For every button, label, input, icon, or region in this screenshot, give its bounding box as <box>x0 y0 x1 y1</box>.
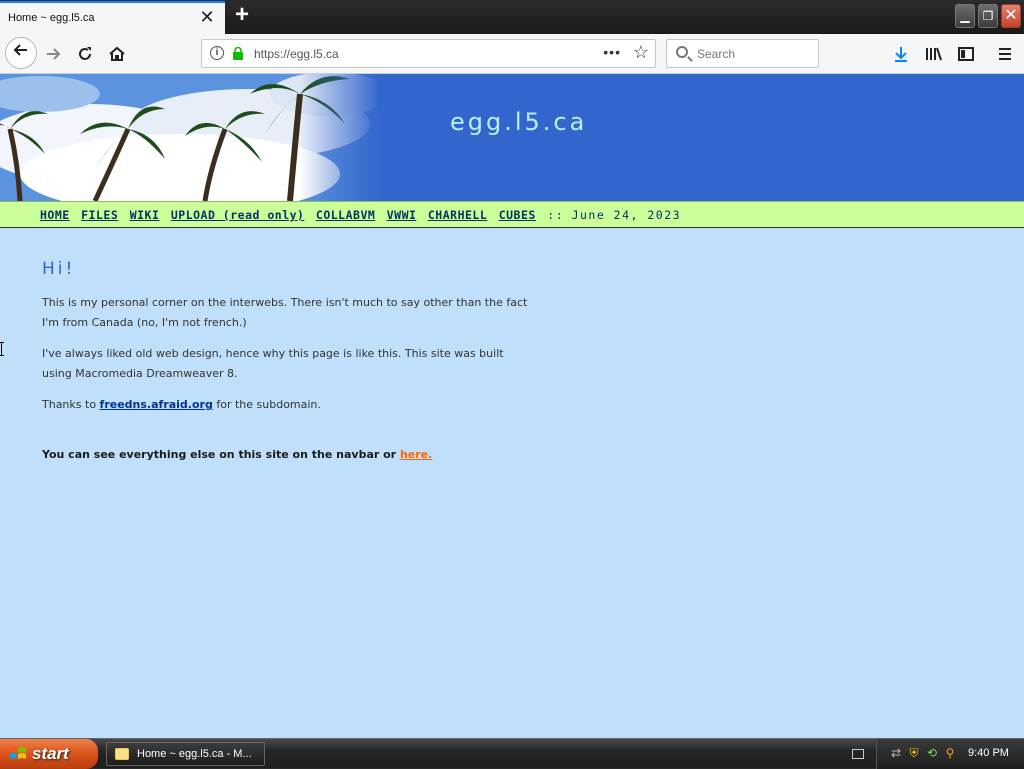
nav-link-home[interactable]: HOME <box>40 208 70 222</box>
nav-link-wiki[interactable]: WIKI <box>130 208 160 222</box>
back-arrow-icon[interactable] <box>5 37 37 69</box>
info-icon[interactable]: i <box>210 46 224 60</box>
thanks-text: Thanks to <box>42 398 100 411</box>
banner-fade <box>300 74 380 201</box>
search-placeholder: Search <box>697 47 736 61</box>
url-bar[interactable]: i https://egg.l5.ca ••• ☆ <box>201 39 656 68</box>
search-icon <box>676 46 688 58</box>
minimize-icon[interactable]: ▁ <box>955 4 975 28</box>
sidebar-icon[interactable] <box>955 43 977 65</box>
thanks-text-end: for the subdomain. <box>212 398 321 411</box>
search-input[interactable]: Search <box>666 39 819 68</box>
taskbar-window-button[interactable]: Home ~ egg.l5.ca - M... <box>106 742 265 766</box>
network-icon[interactable]: ⇄ <box>889 746 903 760</box>
close-window-icon[interactable]: ✕ <box>1001 4 1021 28</box>
sync-icon[interactable]: ⟲ <box>925 746 939 760</box>
main-content: Hi! This is my personal corner on the in… <box>42 259 532 476</box>
taskbar-window-label: Home ~ egg.l5.ca - M... <box>137 748 252 760</box>
site-banner: egg.l5.ca <box>0 74 1024 201</box>
browser-icon <box>115 748 129 760</box>
url-text: https://egg.l5.ca <box>254 47 339 61</box>
design-paragraph: I've always liked old web design, hence … <box>42 347 504 380</box>
nav-separator: :: <box>547 208 565 222</box>
thanks-paragraph: Thanks to freedns.afraid.org for the sub… <box>42 395 532 415</box>
forward-arrow-icon[interactable] <box>38 39 68 69</box>
start-label: start <box>32 744 69 763</box>
web-page: egg.l5.ca HOME FILES WIKI UPLOAD (read o… <box>0 74 1024 738</box>
browser-tab[interactable]: Home ~ egg.l5.ca ✕ <box>0 1 225 34</box>
nav-link-charhell[interactable]: CHARHELL <box>428 208 487 222</box>
nav-link-collabvm[interactable]: COLLABVM <box>316 208 375 222</box>
page-heading: Hi! <box>42 259 76 279</box>
taskbar: start Home ~ egg.l5.ca - M... ⇄ ⛨ ⟲ ⚲ 9:… <box>0 738 1024 769</box>
keyboard-icon[interactable] <box>852 749 864 759</box>
nav-date: June 24, 2023 <box>571 208 682 222</box>
reload-icon[interactable] <box>70 39 100 69</box>
tab-bar: Home ~ egg.l5.ca ✕ + ▁ ❐ ✕ <box>0 0 1024 34</box>
navbar-note-text: You can see everything else on this site… <box>42 448 400 461</box>
text-cursor-icon <box>0 342 4 356</box>
nav-links: HOME FILES WIKI UPLOAD (read only) COLLA… <box>40 208 681 222</box>
menu-icon[interactable] <box>994 43 1016 65</box>
library-icon[interactable] <box>923 43 945 65</box>
page-actions-icon[interactable]: ••• <box>603 44 621 60</box>
here-link[interactable]: here. <box>400 448 432 461</box>
navigation-toolbar: i https://egg.l5.ca ••• ☆ Search <box>0 34 1024 74</box>
nav-link-vwwi[interactable]: VWWI <box>387 208 417 222</box>
tab-close-icon[interactable]: ✕ <box>199 8 215 26</box>
new-tab-icon[interactable]: + <box>231 3 253 27</box>
restore-icon[interactable]: ❐ <box>978 4 998 28</box>
tab-title: Home ~ egg.l5.ca <box>8 12 95 24</box>
navbar-note: You can see everything else on this site… <box>42 445 532 465</box>
home-icon[interactable] <box>102 39 132 69</box>
download-icon[interactable] <box>890 43 912 65</box>
magnifier-icon[interactable]: ⚲ <box>943 746 957 760</box>
shield-icon[interactable]: ⛨ <box>907 746 921 760</box>
start-button[interactable]: start <box>0 739 98 769</box>
nav-link-files[interactable]: FILES <box>81 208 118 222</box>
nav-link-cubes[interactable]: CUBES <box>499 208 536 222</box>
windows-flag-icon <box>10 747 26 759</box>
freedns-link[interactable]: freedns.afraid.org <box>100 398 213 411</box>
lock-icon[interactable] <box>232 47 244 60</box>
site-navbar: HOME FILES WIKI UPLOAD (read only) COLLA… <box>0 201 1024 228</box>
nav-link-upload[interactable]: UPLOAD (read only) <box>171 208 305 222</box>
clock: 9:40 PM <box>968 747 1009 759</box>
intro-paragraph: This is my personal corner on the interw… <box>42 296 528 329</box>
bookmark-star-icon[interactable]: ☆ <box>633 42 649 63</box>
site-title: egg.l5.ca <box>450 108 588 136</box>
